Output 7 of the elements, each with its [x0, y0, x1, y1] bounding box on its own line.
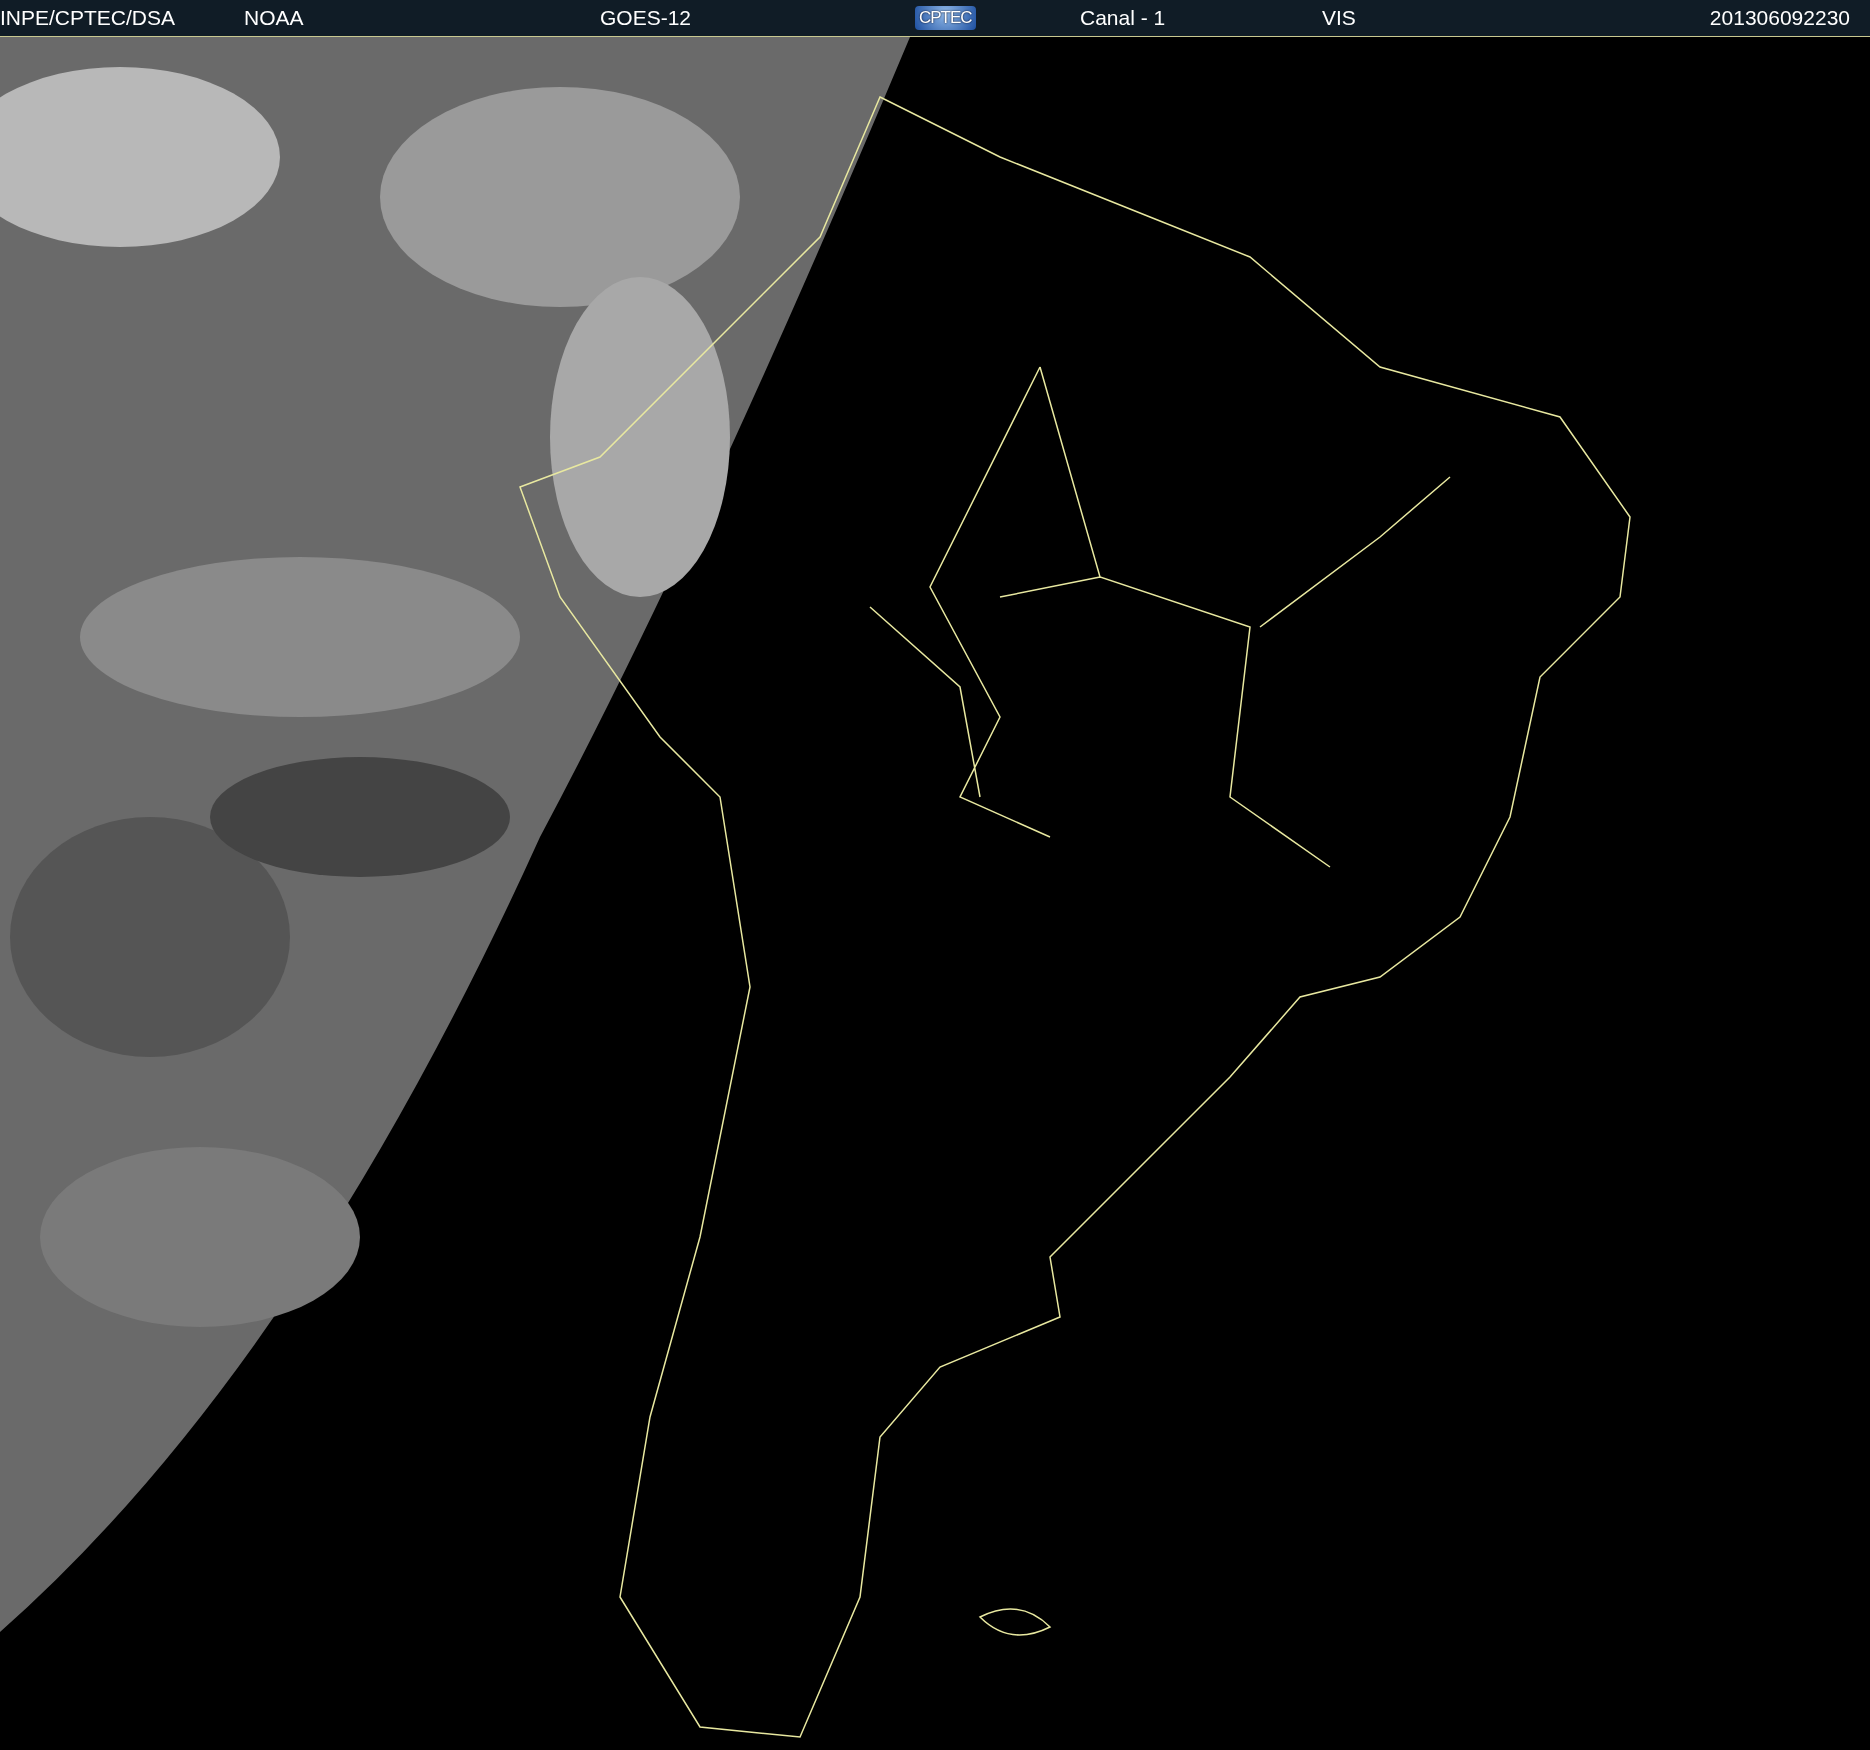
header-label: 201306092230	[1709, 6, 1850, 30]
logo: CPTEC	[915, 6, 976, 30]
header-label: Canal - 1	[1080, 6, 1166, 30]
header-label: NOAA	[244, 6, 304, 30]
header-label: GOES-12	[600, 6, 692, 30]
header-label: INPE/CPTEC/DSA	[0, 6, 176, 30]
header-label: VIS	[1322, 6, 1356, 30]
